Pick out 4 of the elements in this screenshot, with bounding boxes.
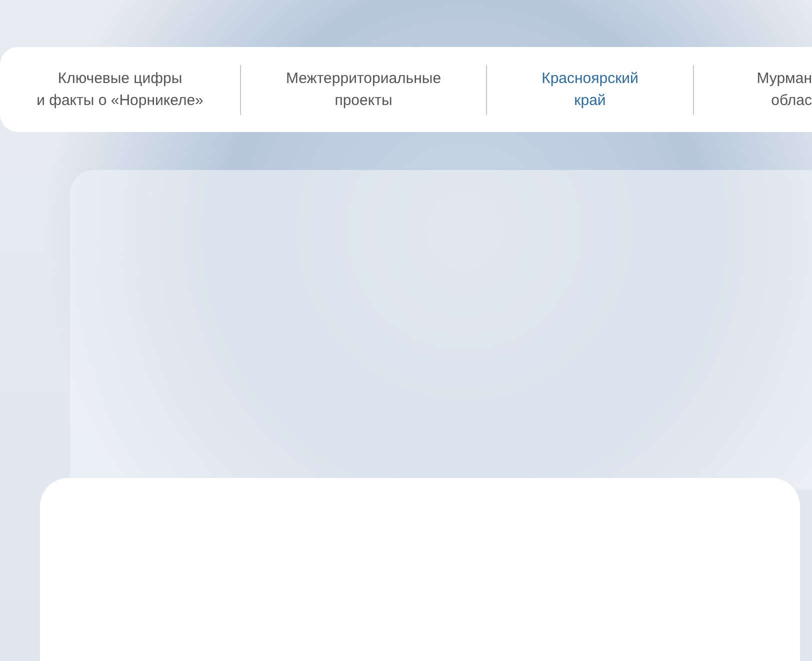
tab[interactable]: Мурман облас: [694, 68, 812, 112]
tab[interactable]: Межтерриториальные проекты: [241, 68, 486, 112]
tab[interactable]: Ключевые цифры и факты о «Норникеле»: [0, 68, 240, 112]
tab[interactable]: Красноярский край: [487, 68, 693, 112]
